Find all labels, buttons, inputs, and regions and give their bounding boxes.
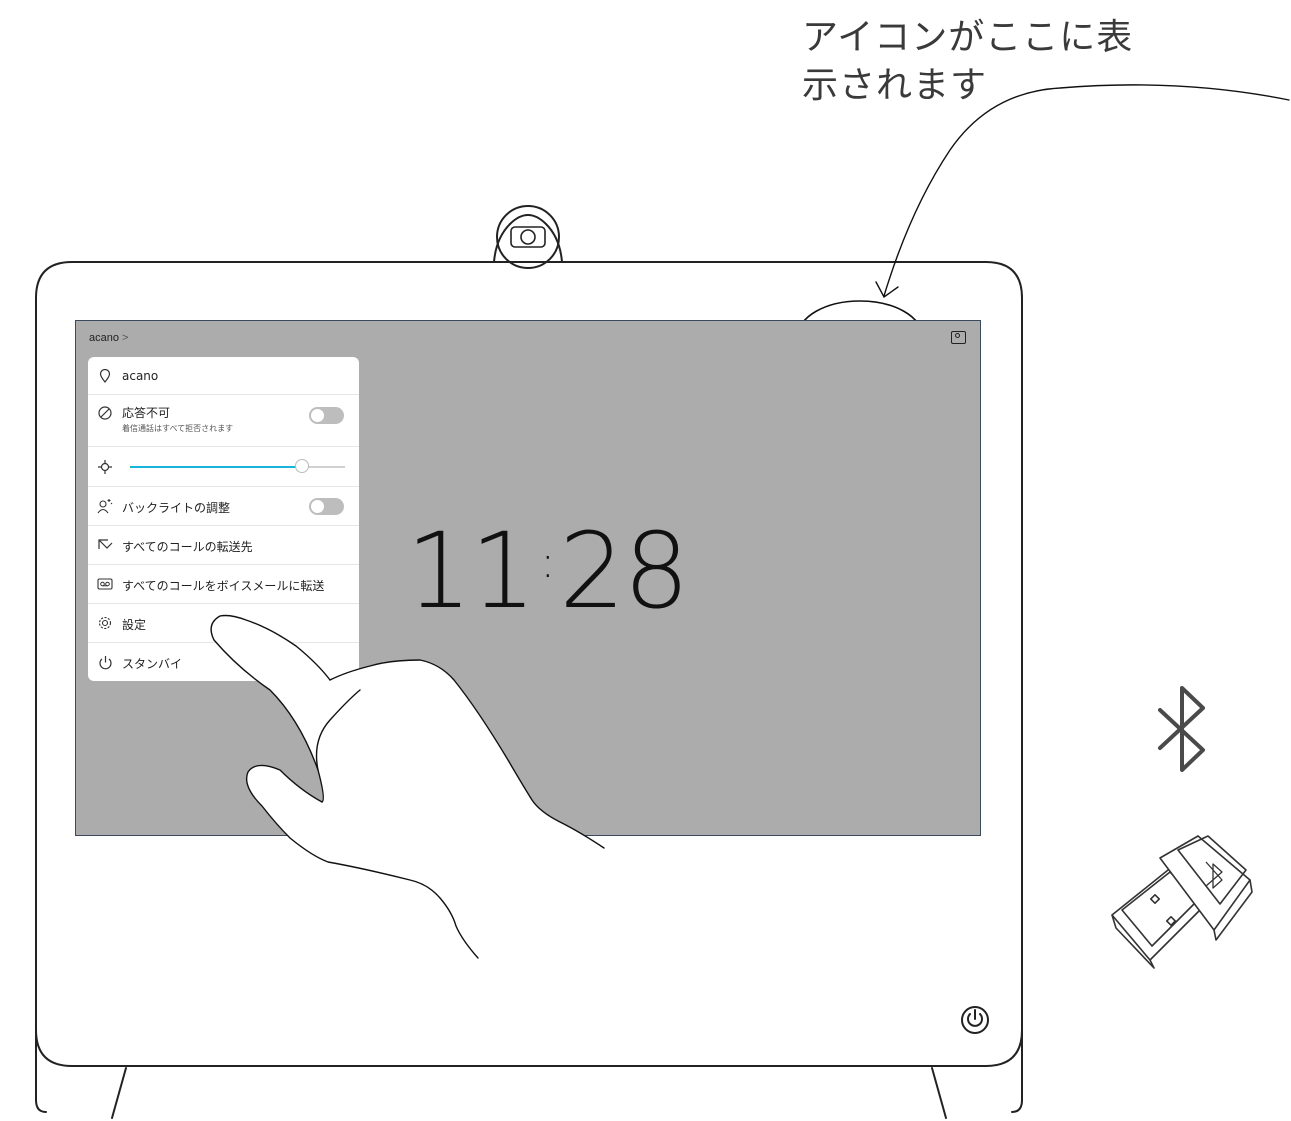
hand-pointer-icon bbox=[210, 614, 720, 959]
